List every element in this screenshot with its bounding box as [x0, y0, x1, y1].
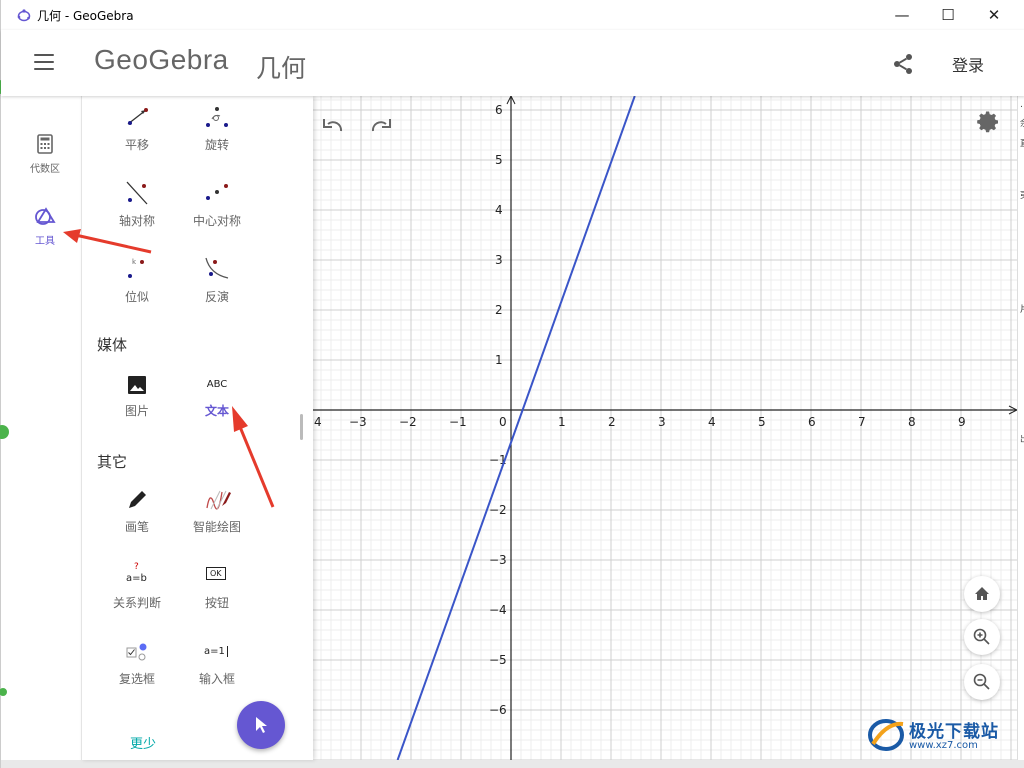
app-window: 几何 - GeoGebra — ☐ ✕ GeoGebra 几何 登录 代数区 工…	[0, 0, 1024, 768]
watermark-logo-icon	[868, 719, 904, 751]
graphics-view[interactable]: 4 −3 −2 −1 0 1 2 3 4 5 6 7 8 9 6 5 4 3 2 1 −1 −2 −3 −4 −5 −6	[313, 96, 1017, 760]
x-tick-label: 9	[958, 415, 966, 429]
section-media: 媒体	[97, 336, 128, 354]
x-tick-label: 0	[499, 415, 507, 429]
reflect-point-tool-icon	[206, 184, 228, 200]
minimize-button[interactable]: —	[879, 0, 925, 30]
svg-text:k: k	[132, 258, 137, 266]
tool-relation[interactable]: ? a=b 关系判断	[97, 562, 177, 611]
x-tick-label: −3	[349, 415, 367, 429]
relation-tool-icon: ? a=b	[126, 562, 147, 584]
y-tick-label: −5	[489, 653, 507, 667]
background-window-strip: … 余 直 夷 片 出	[1017, 96, 1024, 768]
zoom-in-icon	[973, 628, 990, 645]
tool-image[interactable]: 图片	[97, 374, 177, 419]
tool-button[interactable]: OK 按钮	[177, 564, 257, 611]
checkbox-tool-icon	[126, 643, 147, 661]
y-tick-label: −3	[489, 553, 507, 567]
reflect-line-tool-icon	[126, 181, 148, 205]
y-tick-label: 3	[495, 253, 503, 267]
undo-icon[interactable]	[321, 116, 345, 134]
y-tick-label: −4	[489, 603, 507, 617]
rotate-tool-icon	[206, 107, 228, 127]
login-button[interactable]: 登录	[952, 52, 984, 76]
app-header: GeoGebra 几何 登录	[1, 30, 1024, 96]
section-other: 其它	[97, 453, 128, 471]
button-tool-icon: OK	[177, 564, 257, 588]
x-tick-label: 5	[758, 415, 766, 429]
y-tick-label: −2	[489, 503, 507, 517]
invert-tool-icon	[205, 257, 229, 279]
x-tick-label: −2	[399, 415, 417, 429]
x-tick-label: 1	[558, 415, 566, 429]
y-tick-label: 6	[495, 103, 503, 117]
tool-rotate[interactable]: 旋转	[177, 106, 257, 153]
calculator-icon	[37, 134, 53, 154]
tool-pen[interactable]: 画笔	[97, 488, 177, 535]
less-tools-link[interactable]: 更少	[130, 733, 156, 752]
app-title: 几何	[256, 54, 307, 83]
annotation-arrow-text-tool	[232, 406, 275, 508]
bottom-border	[1, 760, 1024, 768]
input-box-tool-icon: a=1	[177, 640, 257, 664]
title-bar: 几何 - GeoGebra — ☐ ✕	[1, 0, 1024, 30]
side-rail: 代数区 工具	[9, 96, 81, 760]
zoom-out-button[interactable]	[964, 664, 1000, 700]
x-tick-label: 4	[314, 415, 322, 429]
y-tick-label: 5	[495, 153, 503, 167]
text-tool-icon: ABC	[206, 379, 228, 390]
window-title: 几何 - GeoGebra	[37, 9, 134, 23]
tools-icon	[35, 207, 56, 225]
image-icon	[128, 376, 146, 394]
y-tick-label: 2	[495, 303, 503, 317]
annotation-arrow-tools	[63, 229, 152, 254]
select-tool-fab[interactable]	[237, 701, 285, 749]
zoom-out-icon	[973, 673, 990, 690]
pen-icon	[129, 491, 146, 508]
hamburger-menu-icon[interactable]	[34, 54, 54, 70]
x-tick-label: −1	[449, 415, 467, 429]
geogebra-logo: GeoGebra	[94, 44, 229, 75]
share-icon[interactable]	[891, 52, 915, 76]
watermark: 极光下载站 www.xz7.com	[867, 716, 999, 752]
zoom-in-button[interactable]	[964, 619, 1000, 655]
close-button[interactable]: ✕	[971, 0, 1017, 30]
rail-item-algebra[interactable]: 代数区	[9, 134, 81, 175]
x-tick-label: 7	[858, 415, 866, 429]
cursor-arrow-icon	[256, 717, 267, 733]
redo-icon[interactable]	[369, 116, 393, 134]
y-tick-label: −6	[489, 703, 507, 717]
x-tick-label: 4	[708, 415, 716, 429]
tool-reflect-point[interactable]: 中心对称	[177, 180, 257, 229]
translate-tool-icon	[127, 108, 148, 125]
x-tick-label: 8	[908, 415, 916, 429]
settings-gear-icon[interactable]	[977, 110, 1001, 134]
tool-translate[interactable]: 平移	[97, 106, 177, 153]
x-tick-label: 2	[608, 415, 616, 429]
tool-reflect-line[interactable]: 轴对称	[97, 180, 177, 229]
background-window-dot	[0, 688, 7, 696]
x-tick-label: 6	[808, 415, 816, 429]
panel-scrollbar[interactable]	[300, 414, 303, 440]
y-tick-label: 1	[495, 353, 503, 367]
home-icon	[975, 587, 989, 600]
dilate-tool-icon: k	[128, 258, 144, 278]
tool-checkbox[interactable]: 复选框	[97, 640, 177, 687]
y-tick-label: 4	[495, 203, 503, 217]
x-tick-label: 3	[658, 415, 666, 429]
tool-input-box[interactable]: a=1 输入框	[177, 640, 257, 687]
maximize-button[interactable]: ☐	[925, 0, 971, 30]
graph-canvas[interactable]: 4 −3 −2 −1 0 1 2 3 4 5 6 7 8 9654321−1−2−3−4−5−6	[313, 96, 1017, 760]
tool-dilate[interactable]: k 位似	[97, 254, 177, 305]
geogebra-app-icon	[17, 9, 31, 22]
tool-invert[interactable]: 反演	[177, 254, 257, 305]
home-view-button[interactable]	[964, 576, 1000, 612]
watermark-name: 极光下载站	[909, 722, 999, 742]
background-window-dot	[0, 425, 9, 439]
